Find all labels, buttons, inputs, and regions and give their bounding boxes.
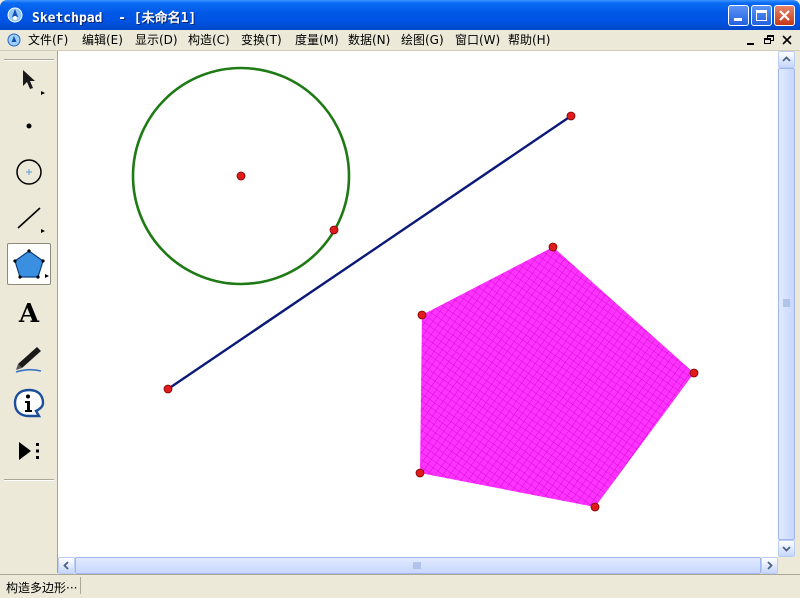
line-icon bbox=[17, 207, 45, 233]
grip-icon bbox=[783, 299, 790, 307]
marker-tool[interactable] bbox=[7, 337, 51, 379]
info-icon bbox=[13, 388, 45, 418]
sketch-drawing bbox=[131, 66, 699, 512]
point-icon bbox=[26, 123, 32, 129]
menu-measure[interactable]: 度量(M) bbox=[295, 32, 339, 48]
horizontal-scrollbar[interactable] bbox=[58, 557, 778, 574]
information-tool[interactable] bbox=[7, 383, 51, 425]
segment-endpoint-lower[interactable] bbox=[163, 384, 173, 394]
text-tool[interactable]: A bbox=[7, 291, 51, 333]
segment-endpoint-upper[interactable] bbox=[566, 111, 576, 121]
pentagon-vertex-bottom-left[interactable] bbox=[415, 468, 425, 478]
pen-icon bbox=[15, 347, 42, 373]
maximize-icon bbox=[756, 10, 767, 21]
close-icon bbox=[779, 10, 790, 21]
custom-tool[interactable] bbox=[7, 429, 51, 471]
menu-data[interactable]: 数据(N) bbox=[348, 32, 390, 48]
menu-bar: 文件(F) 编辑(E) 显示(D) 构造(C) 变换(T) 度量(M) 数据(N… bbox=[0, 30, 800, 51]
menu-display[interactable]: 显示(D) bbox=[135, 32, 178, 48]
arrow-tool[interactable] bbox=[7, 61, 51, 103]
pentagon-vertex-top[interactable] bbox=[548, 242, 558, 252]
polygon-tool[interactable] bbox=[7, 243, 51, 285]
minimize-button[interactable] bbox=[728, 5, 749, 26]
circle-center-point[interactable] bbox=[236, 171, 246, 181]
toolbox: A bbox=[0, 51, 58, 573]
window-frame-edge bbox=[795, 51, 800, 597]
document-icon[interactable] bbox=[7, 33, 21, 47]
text-a-icon: A bbox=[18, 299, 40, 329]
vertical-scroll-thumb[interactable] bbox=[778, 68, 795, 540]
minimize-icon bbox=[734, 18, 742, 21]
menu-file[interactable]: 文件(F) bbox=[28, 32, 68, 48]
compass-tool[interactable] bbox=[7, 151, 51, 193]
scrollbar-corner bbox=[778, 557, 795, 574]
pentagon-vertex-bottom-right[interactable] bbox=[590, 502, 600, 512]
scroll-right-button[interactable] bbox=[761, 557, 778, 574]
menu-edit[interactable]: 编辑(E) bbox=[82, 32, 123, 48]
arrow-icon bbox=[23, 70, 45, 95]
chevron-up-icon bbox=[782, 56, 791, 62]
pentagon-polygon[interactable] bbox=[420, 247, 694, 507]
status-bar: 构造多边形··· bbox=[0, 574, 800, 598]
title-bar: Sketchpad - [未命名1] bbox=[0, 0, 800, 30]
mdi-minimize-icon[interactable] bbox=[744, 33, 758, 47]
pentagon-vertex-left[interactable] bbox=[417, 310, 427, 320]
status-message: 构造多边形··· bbox=[6, 581, 78, 595]
chevron-down-icon bbox=[782, 546, 791, 552]
mdi-close-icon[interactable] bbox=[780, 33, 794, 47]
horizontal-scroll-thumb[interactable] bbox=[75, 557, 761, 574]
scroll-up-button[interactable] bbox=[778, 51, 795, 68]
svg-text:A: A bbox=[18, 299, 40, 329]
pentagon-vertex-right[interactable] bbox=[689, 368, 699, 378]
play-menu-icon bbox=[19, 442, 39, 460]
straightedge-tool[interactable] bbox=[7, 197, 51, 239]
menu-graph[interactable]: 绘图(G) bbox=[401, 32, 444, 48]
maximize-button[interactable] bbox=[751, 5, 772, 26]
sketchpad-app-icon[interactable] bbox=[7, 7, 23, 23]
chevron-right-icon bbox=[767, 561, 773, 570]
mdi-restore-icon[interactable] bbox=[762, 33, 776, 47]
menu-transform[interactable]: 变换(T) bbox=[241, 32, 282, 48]
grip-icon bbox=[413, 562, 421, 569]
menu-window[interactable]: 窗口(W) bbox=[455, 32, 500, 48]
scroll-left-button[interactable] bbox=[58, 557, 75, 574]
toolbox-divider bbox=[4, 479, 54, 481]
circle-radius-point[interactable] bbox=[329, 225, 339, 235]
scroll-down-button[interactable] bbox=[778, 540, 795, 557]
point-tool[interactable] bbox=[7, 105, 51, 147]
sketch-canvas[interactable] bbox=[58, 51, 778, 557]
close-button[interactable] bbox=[774, 5, 795, 26]
circle-icon bbox=[16, 159, 42, 185]
menu-construct[interactable]: 构造(C) bbox=[188, 32, 230, 48]
status-pane bbox=[80, 577, 793, 594]
pentagon-icon bbox=[13, 249, 49, 279]
window-title: Sketchpad - [未命名1] bbox=[32, 11, 197, 26]
vertical-scrollbar[interactable] bbox=[778, 51, 795, 557]
menu-help[interactable]: 帮助(H) bbox=[508, 32, 550, 48]
chevron-left-icon bbox=[63, 561, 69, 570]
